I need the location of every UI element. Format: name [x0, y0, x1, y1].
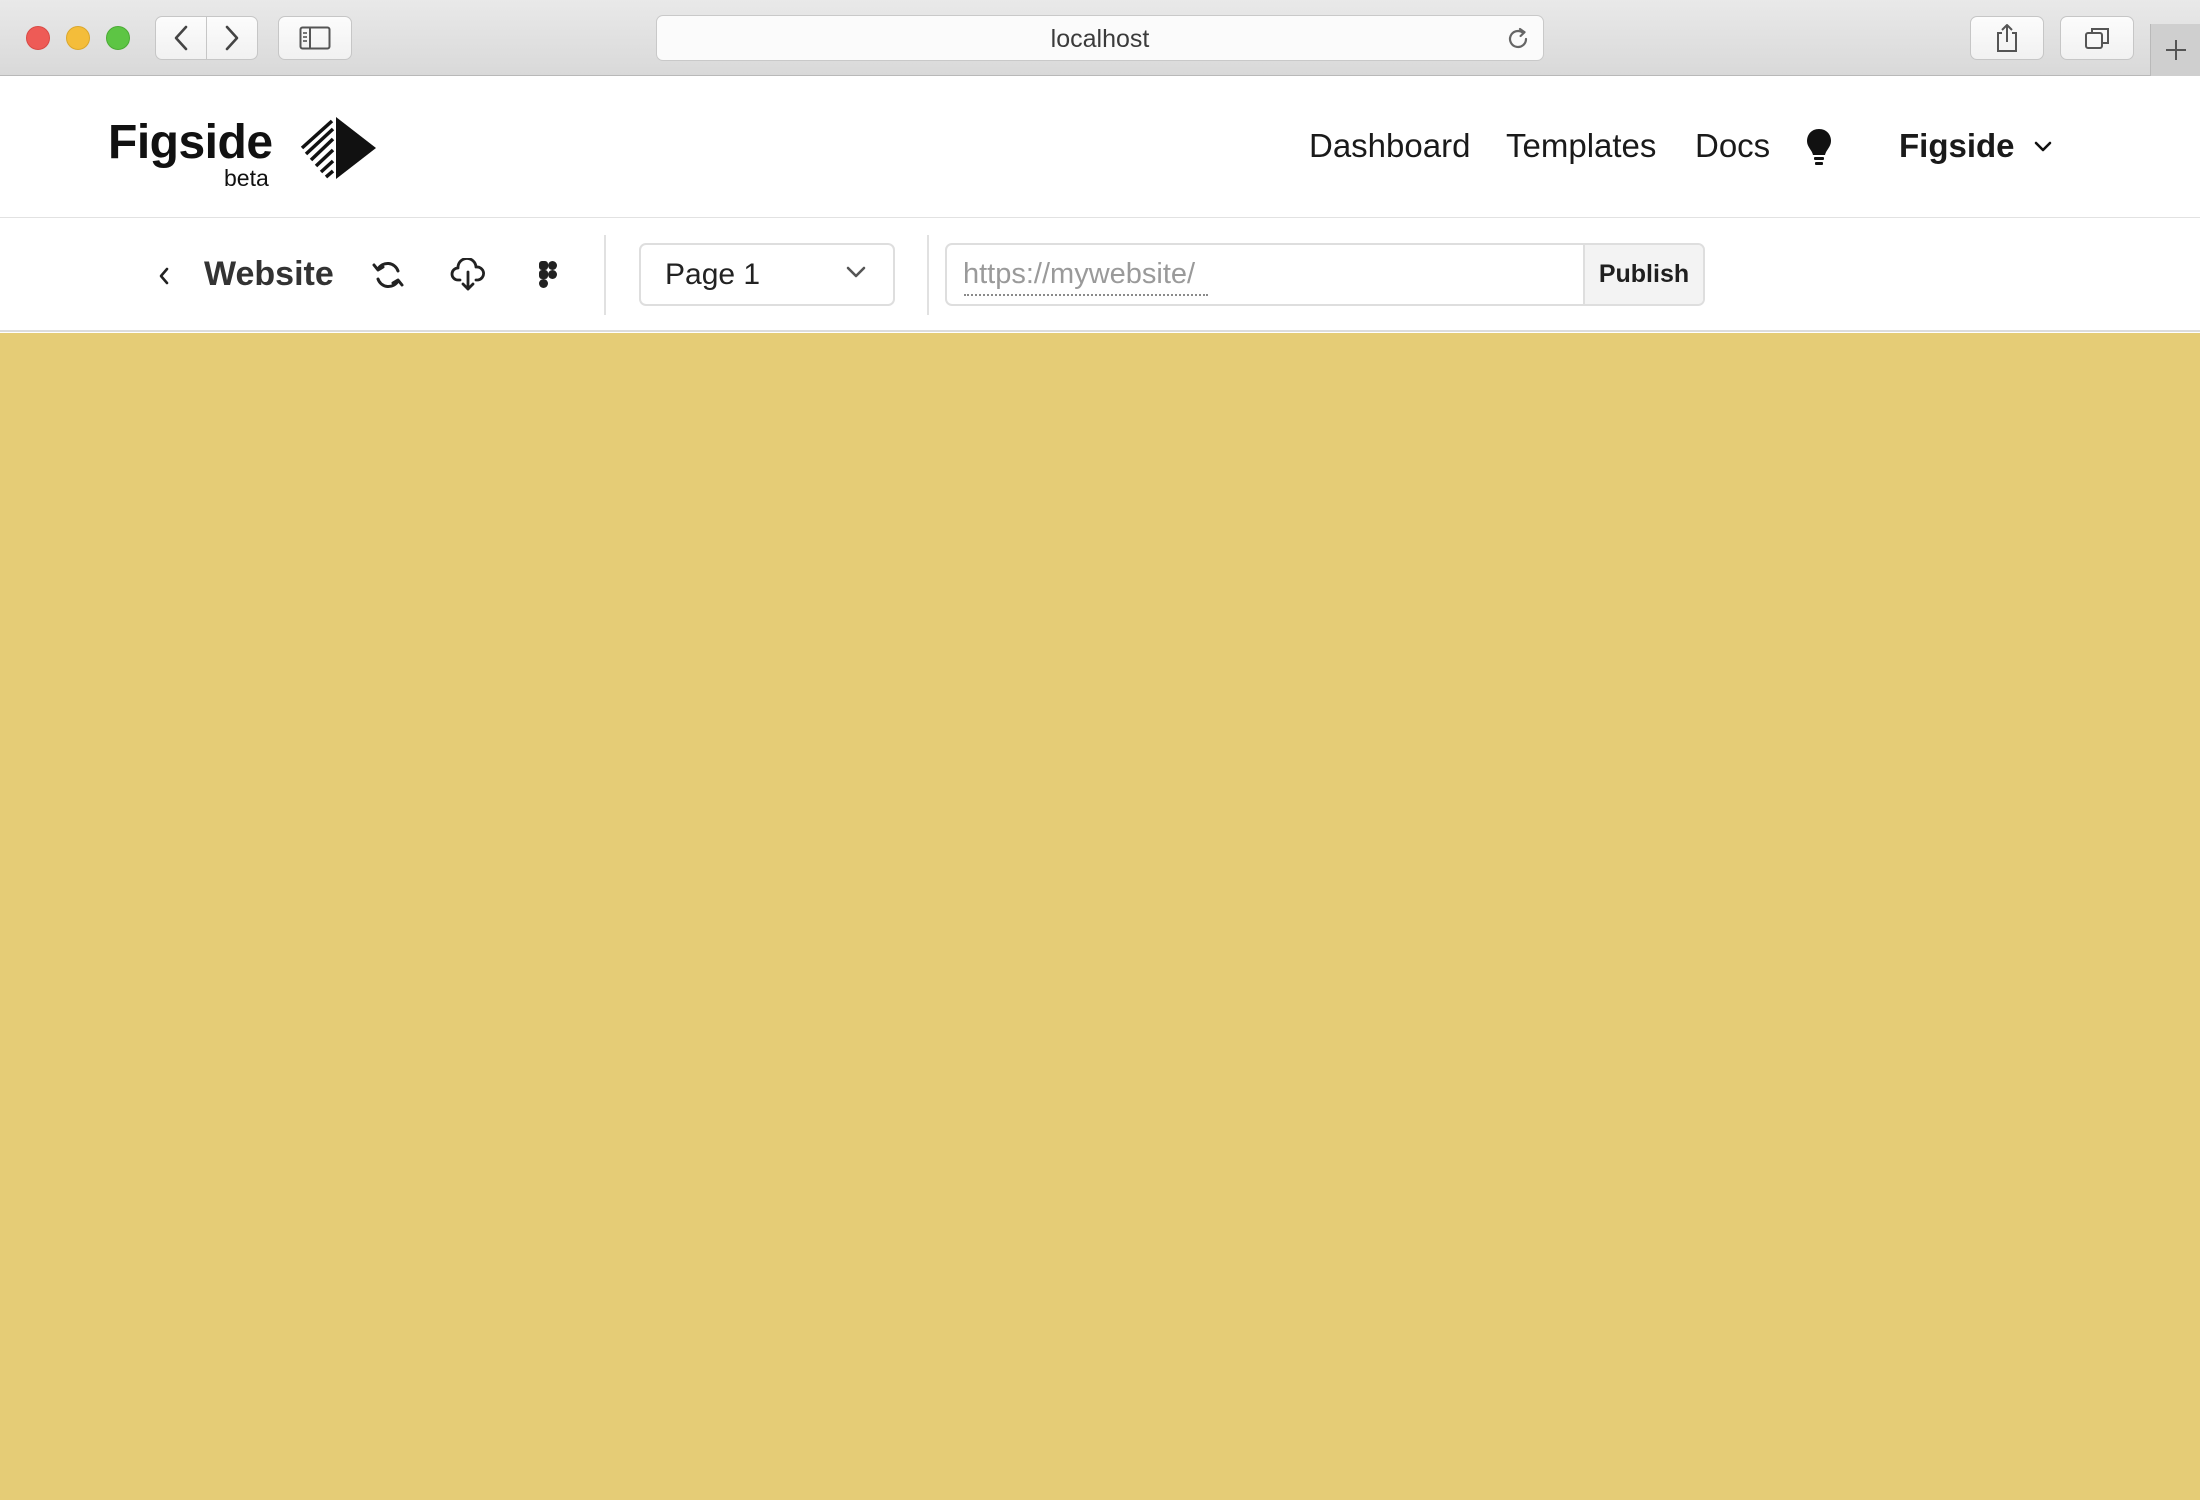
browser-forward-button[interactable] — [206, 16, 258, 60]
toolbar-divider — [604, 235, 606, 315]
publish-button[interactable]: Publish — [1583, 245, 1703, 304]
minimize-window-button[interactable] — [66, 26, 90, 50]
lightbulb-icon[interactable] — [1804, 127, 1834, 167]
site-header: Figside beta Dashboard Templates Docs Fi… — [0, 77, 2200, 218]
reload-icon[interactable] — [1505, 26, 1531, 52]
chevron-down-icon[interactable] — [2033, 139, 2053, 153]
chevron-left-icon — [159, 267, 169, 285]
plus-icon — [2165, 40, 2186, 60]
beta-badge: beta — [224, 165, 269, 191]
browser-sidebar-button[interactable] — [278, 16, 352, 60]
chevron-left-icon — [174, 25, 188, 51]
nav-docs-link[interactable]: Docs — [1695, 127, 1770, 165]
editor-toolbar: Website Page 1 Publish — [0, 219, 2200, 332]
cloud-download-button[interactable] — [448, 255, 488, 295]
chevron-down-icon — [846, 266, 866, 278]
logo-text: Figside — [108, 116, 273, 169]
publish-url-group: Publish — [945, 243, 1705, 306]
figma-icon — [539, 261, 557, 288]
address-text: localhost — [1050, 25, 1150, 53]
placeholder-underline — [964, 294, 1208, 296]
address-bar[interactable]: localhost — [656, 15, 1544, 61]
cloud-download-icon — [450, 258, 485, 291]
back-button[interactable] — [150, 259, 178, 293]
project-title: Website — [204, 255, 334, 293]
logo-mark-icon — [300, 117, 376, 179]
close-window-button[interactable] — [26, 26, 50, 50]
page-select[interactable]: Page 1 — [639, 243, 895, 306]
nav-templates-link[interactable]: Templates — [1506, 127, 1656, 165]
page-select-value: Page 1 — [665, 258, 761, 291]
sync-icon — [372, 262, 404, 288]
chevron-right-icon — [225, 25, 239, 51]
tabs-icon — [2085, 28, 2109, 49]
nav-dashboard-link[interactable]: Dashboard — [1309, 127, 1470, 165]
page-canvas[interactable] — [0, 333, 2200, 1500]
figma-button[interactable] — [528, 255, 568, 295]
zoom-window-button[interactable] — [106, 26, 130, 50]
browser-share-button[interactable] — [1970, 16, 2044, 60]
browser-toolbar: localhost — [0, 0, 2200, 76]
account-menu[interactable]: Figside — [1899, 127, 2015, 165]
toolbar-divider — [927, 235, 929, 315]
share-icon — [1997, 24, 2017, 52]
browser-tab-overview-button[interactable] — [2060, 16, 2134, 60]
browser-back-button[interactable] — [155, 16, 207, 60]
sidebar-icon — [299, 26, 331, 50]
new-tab-button[interactable] — [2150, 24, 2200, 76]
sync-button[interactable] — [368, 255, 408, 295]
